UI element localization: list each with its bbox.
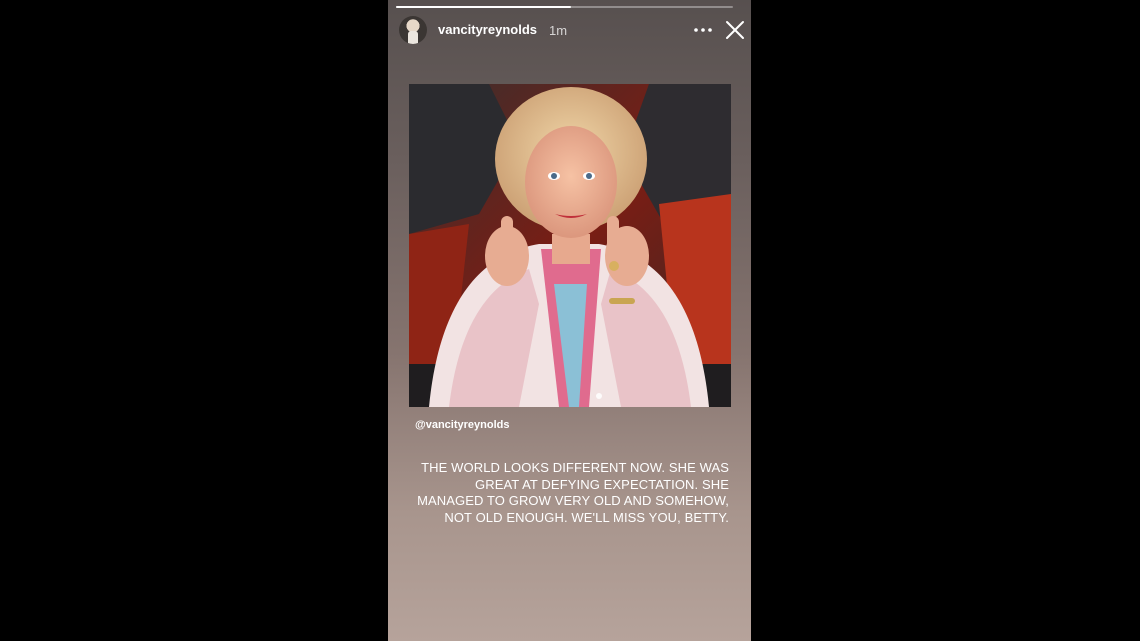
more-horizontal-icon[interactable] [692, 21, 714, 39]
story-progress-fill [396, 6, 572, 8]
story-caption: THE WORLD LOOKS DIFFERENT NOW. SHE WAS G… [417, 460, 729, 525]
close-icon[interactable] [724, 19, 746, 41]
photo-illustration [409, 84, 731, 407]
story-photo [409, 84, 731, 407]
story-header: vancityreynolds 1m [399, 16, 746, 44]
avatar-figure [408, 31, 418, 44]
story-viewer[interactable]: vancityreynolds 1m @vancityreynolds THE … [388, 0, 751, 641]
page-backdrop: vancityreynolds 1m @vancityreynolds THE … [0, 0, 1140, 641]
story-timestamp: 1m [549, 23, 568, 38]
username[interactable]: vancityreynolds [438, 22, 537, 38]
profile-avatar[interactable] [399, 16, 427, 44]
story-progress-bar [396, 6, 733, 8]
mention-tag[interactable]: @vancityreynolds [415, 419, 509, 432]
